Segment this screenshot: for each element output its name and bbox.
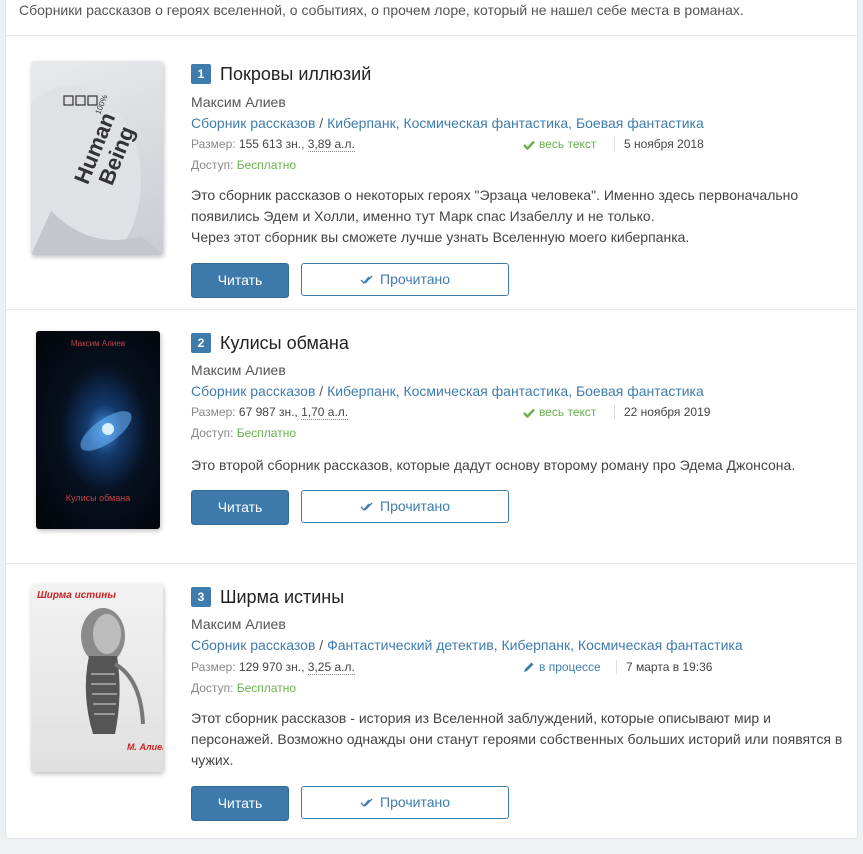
cover-author: Максим Алиев <box>71 339 125 348</box>
book-description: Это сборник рассказов о некоторых героях… <box>191 185 846 248</box>
collections-panel: Сборники рассказов о героях вселенной, о… <box>5 0 858 839</box>
book-date: 22 ноября 2019 <box>614 405 710 419</box>
section-description: Сборники рассказов о героях вселенной, о… <box>19 2 744 18</box>
book-status: весь текст <box>523 405 596 419</box>
mark-read-button[interactable]: Прочитано <box>301 786 509 819</box>
genre-link[interactable]: Киберпанк <box>327 115 396 131</box>
genre-link[interactable]: Сборник рассказов <box>191 637 315 653</box>
access-label: Доступ: <box>191 681 234 695</box>
genre-link[interactable]: Боевая фантастика <box>576 115 704 131</box>
book-title[interactable]: Покровы иллюзий <box>220 64 371 85</box>
description-paragraph: Через этот сборник вы сможете лучше узна… <box>191 229 690 245</box>
status-text: в процессе <box>539 660 601 674</box>
divider <box>6 309 857 310</box>
genre-link[interactable]: Боевая фантастика <box>576 383 704 399</box>
check-icon <box>523 408 535 419</box>
size-label: Размер: <box>191 405 236 419</box>
size-al: 1,70 а.л. <box>301 405 349 420</box>
genre-link[interactable]: Сборник рассказов <box>191 115 315 131</box>
cover-author: М. Алиев <box>127 742 163 752</box>
status-text: весь текст <box>539 405 597 419</box>
book-status: в процессе <box>523 660 601 674</box>
genre-link[interactable]: Сборник рассказов <box>191 383 315 399</box>
size-al: 3,25 а.л. <box>307 660 355 675</box>
size-label: Размер: <box>191 137 236 151</box>
genre-link[interactable]: Космическая фантастика <box>403 115 568 131</box>
size-chars: 155 613 зн., <box>238 137 305 151</box>
access-label: Доступ: <box>191 426 234 440</box>
book-cover-image[interactable]: Human Being 100% <box>31 61 163 255</box>
mark-read-label: Прочитано <box>380 271 450 287</box>
genre-link[interactable]: Фантастический детектив <box>327 637 494 653</box>
book-size: Размер: 67 987 зн., 1,70 а.л. <box>191 405 349 420</box>
size-al: 3,89 а.л. <box>307 137 355 152</box>
double-check-icon <box>360 798 373 808</box>
book-genres: Сборник рассказов / Киберпанк, Космическ… <box>191 383 704 399</box>
access-value: Бесплатно <box>236 426 297 440</box>
size-label: Размер: <box>191 660 236 674</box>
description-paragraph: Это второй сборник рассказов, которые да… <box>191 457 796 473</box>
book-author[interactable]: Максим Алиев <box>191 362 286 378</box>
book-date: 7 марта в 19:36 <box>616 660 712 674</box>
mark-read-label: Прочитано <box>380 498 450 514</box>
access-value: Бесплатно <box>236 681 297 695</box>
book-title[interactable]: Кулисы обмана <box>220 333 349 354</box>
pencil-icon <box>524 662 534 672</box>
book-number: 3 <box>191 587 211 607</box>
access-value: Бесплатно <box>236 158 297 172</box>
status-text: весь текст <box>539 137 597 151</box>
mark-read-label: Прочитано <box>380 794 450 810</box>
book-author[interactable]: Максим Алиев <box>191 94 286 110</box>
book-genres: Сборник рассказов / Киберпанк, Космическ… <box>191 115 704 131</box>
book-access: Доступ: Бесплатно <box>191 426 296 440</box>
genre-link[interactable]: Космическая фантастика <box>578 637 743 653</box>
genre-link[interactable]: Киберпанк <box>327 383 396 399</box>
book-title[interactable]: Ширма истины <box>220 587 344 608</box>
book-access: Доступ: Бесплатно <box>191 158 296 172</box>
double-check-icon <box>360 502 373 512</box>
read-button[interactable]: Читать <box>191 786 289 821</box>
description-paragraph: Этот сборник рассказов - история из Всел… <box>191 710 843 768</box>
read-button[interactable]: Читать <box>191 263 289 298</box>
book-size: Размер: 155 613 зн., 3,89 а.л. <box>191 137 355 152</box>
book-cover-image[interactable]: Ширма истины М. Алиев <box>31 584 163 772</box>
book-description: Это второй сборник рассказов, которые да… <box>191 455 846 476</box>
read-button[interactable]: Читать <box>191 490 289 525</box>
cover-art: Ширма истины М. Алиев <box>37 590 163 752</box>
book-number: 2 <box>191 333 211 353</box>
book-number: 1 <box>191 64 211 84</box>
book-size: Размер: 129 970 зн., 3,25 а.л. <box>191 660 355 675</box>
divider <box>6 35 857 36</box>
cover-art: Human Being 100% <box>31 86 163 255</box>
cover-title: Кулисы обмана <box>66 493 130 503</box>
cover-title: Ширма истины <box>37 590 116 601</box>
mark-read-button[interactable]: Прочитано <box>301 263 509 296</box>
mark-read-button[interactable]: Прочитано <box>301 490 509 523</box>
genre-link[interactable]: Киберпанк <box>502 637 571 653</box>
book-author[interactable]: Максим Алиев <box>191 616 286 632</box>
size-chars: 67 987 зн., <box>238 405 298 419</box>
divider <box>6 563 857 564</box>
access-label: Доступ: <box>191 158 234 172</box>
size-chars: 129 970 зн., <box>238 660 305 674</box>
book-access: Доступ: Бесплатно <box>191 681 296 695</box>
check-icon <box>523 140 535 151</box>
book-date: 5 ноября 2018 <box>614 137 704 151</box>
book-status: весь текст <box>523 137 596 151</box>
cover-art: Максим Алиев Кулисы обмана <box>66 339 132 503</box>
description-paragraph: Это сборник рассказов о некоторых героях… <box>191 187 799 224</box>
genre-link[interactable]: Космическая фантастика <box>403 383 568 399</box>
book-genres: Сборник рассказов / Фантастический детек… <box>191 637 743 653</box>
book-cover-image[interactable]: Максим Алиев Кулисы обмана <box>36 331 160 529</box>
book-description: Этот сборник рассказов - история из Всел… <box>191 708 846 771</box>
double-check-icon <box>360 275 373 285</box>
